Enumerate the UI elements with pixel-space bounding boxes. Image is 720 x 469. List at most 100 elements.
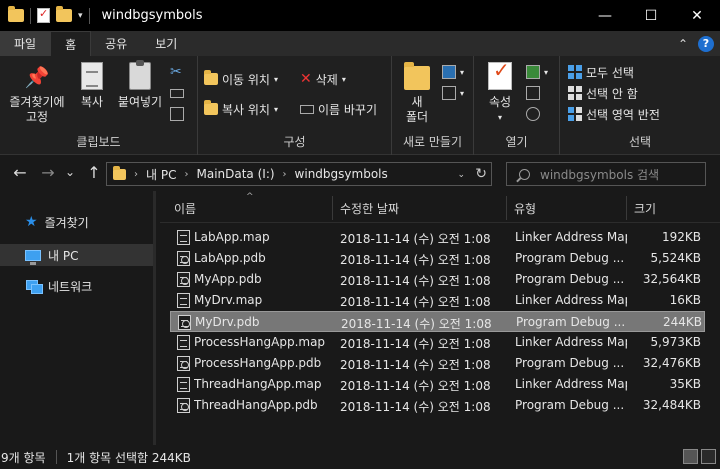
column-header-name[interactable]: 이름 [174, 200, 196, 217]
copy-to-button[interactable]: 복사 위치 ▾ [204, 99, 278, 119]
help-icon[interactable]: ? [698, 35, 714, 52]
file-row[interactable]: ThreadHangApp.map 2018-11-14 (수) 오전 1:08 L… [170, 374, 705, 395]
address-history-dropdown[interactable]: ⌄ [457, 170, 465, 180]
file-name[interactable]: LabApp.map [194, 230, 334, 244]
file-row[interactable]: MyDrv.pdb 2018-11-14 (수) 오전 1:08 Program D… [170, 311, 705, 332]
collapse-ribbon-button[interactable]: ⌃ [678, 37, 688, 51]
invert-selection-button[interactable]: 선택 영역 반전 [568, 104, 660, 124]
select-all-button[interactable]: 모두 선택 [568, 62, 634, 82]
clipboard-icon [129, 60, 151, 90]
file-type: Program Debug ... [516, 315, 626, 329]
file-size: 16KB [669, 293, 701, 307]
column-divider[interactable] [332, 196, 333, 220]
sidebar-item-network[interactable]: 네트워크 [0, 275, 153, 297]
folder-icon[interactable] [8, 6, 24, 22]
search-input[interactable]: windbgsymbols 검색 [506, 162, 706, 186]
open-button[interactable]: ▾ [526, 62, 548, 82]
file-name[interactable]: ProcessHangApp.pdb [194, 356, 334, 370]
breadcrumb-current-folder[interactable]: windbgsymbols [295, 167, 388, 181]
path-icon [170, 88, 184, 98]
history-button[interactable] [526, 104, 540, 124]
chevron-down-icon: ▾ [273, 104, 278, 114]
large-icons-view-icon[interactable] [701, 449, 716, 464]
up-button[interactable]: ↑ [84, 163, 104, 182]
history-icon [526, 107, 540, 121]
minimize-button[interactable]: — [582, 0, 628, 31]
details-view-icon[interactable] [683, 449, 698, 464]
file-name[interactable]: LabApp.pdb [194, 251, 334, 265]
copy-button[interactable]: 복사 [74, 62, 110, 110]
navigation-pane: ★ 즐겨찾기 내 PC 네트워크 [0, 191, 156, 445]
cut-button[interactable]: ✂ [170, 62, 182, 82]
pdb-file-icon [177, 398, 190, 413]
breadcrumb-separator[interactable]: › [283, 169, 287, 180]
file-name[interactable]: MyDrv.map [194, 293, 334, 307]
rename-button[interactable]: 이름 바꾸기 [300, 99, 377, 119]
column-header-size[interactable]: 크기 [634, 200, 656, 217]
select-none-button[interactable]: 선택 안 함 [568, 83, 638, 103]
copy-path-button[interactable] [170, 83, 184, 103]
file-row[interactable]: LabApp.pdb 2018-11-14 (수) 오전 1:08 Program … [170, 248, 705, 269]
close-button[interactable]: ✕ [674, 0, 720, 31]
open-icon [526, 65, 540, 79]
file-name[interactable]: MyApp.pdb [194, 272, 334, 286]
navigation-pane-scrollbar[interactable] [153, 191, 156, 445]
column-divider[interactable] [626, 196, 627, 220]
file-row[interactable]: ProcessHangApp.map 2018-11-14 (수) 오전 1:08… [170, 332, 705, 353]
easy-access-button[interactable]: ▾ [442, 83, 464, 103]
status-bar: 9개 항목 1개 항목 선택함 244KB [0, 445, 720, 469]
move-to-button[interactable]: 이동 위치 ▾ [204, 69, 278, 89]
properties-icon[interactable] [37, 7, 50, 23]
file-date: 2018-11-14 (수) 오전 1:08 [340, 253, 491, 267]
file-name[interactable]: MyDrv.pdb [195, 315, 335, 329]
map-file-icon [177, 293, 190, 308]
file-row[interactable]: LabApp.map 2018-11-14 (수) 오전 1:08 Linker A… [170, 227, 705, 248]
pin-to-quick-access-button[interactable]: 📌 즐겨찾기에 고정 [6, 62, 68, 125]
scissors-icon: ✂ [170, 64, 182, 80]
rename-icon [300, 104, 314, 114]
file-size: 5,524KB [650, 251, 701, 265]
new-folder-button[interactable]: 새 폴더 [396, 62, 438, 125]
recent-locations-dropdown[interactable]: ⌄ [60, 165, 80, 179]
tab-share[interactable]: 공유 [91, 31, 141, 56]
easy-access-icon [442, 86, 456, 100]
tab-file[interactable]: 파일 [0, 31, 51, 56]
breadcrumb-this-pc[interactable]: 내 PC [146, 166, 176, 183]
breadcrumb-drive[interactable]: MainData (I:) [196, 167, 274, 181]
edit-button[interactable] [526, 83, 540, 103]
back-button[interactable]: ← [10, 163, 30, 182]
shortcut-icon [170, 107, 184, 121]
column-header-type[interactable]: 유형 [514, 200, 536, 217]
open-group-label: 열기 [505, 135, 528, 149]
properties-button[interactable]: 속성 ▾ [482, 62, 518, 125]
sidebar-item-quick-access[interactable]: ★ 즐겨찾기 [0, 211, 153, 233]
breadcrumb-separator[interactable]: › [134, 169, 138, 180]
paste-shortcut-button[interactable] [170, 104, 184, 124]
column-header-date[interactable]: 수정한 날짜 [340, 200, 399, 217]
address-bar[interactable]: › 내 PC › MainData (I:) › windbgsymbols ⌄… [106, 162, 492, 186]
new-folder-icon[interactable] [56, 6, 72, 22]
sidebar-item-this-pc[interactable]: 내 PC [0, 244, 153, 266]
tab-view[interactable]: 보기 [141, 31, 191, 56]
select-all-icon [568, 65, 582, 79]
file-size: 32,476KB [642, 356, 701, 370]
file-name[interactable]: ThreadHangApp.pdb [194, 398, 334, 412]
file-name[interactable]: ProcessHangApp.map [194, 335, 334, 349]
paste-button[interactable]: 붙여넣기 [114, 60, 166, 110]
delete-button[interactable]: ✕ 삭제 ▾ [300, 69, 346, 89]
tab-home[interactable]: 홈 [50, 31, 92, 57]
star-icon: ★ [25, 214, 38, 230]
file-row[interactable]: ThreadHangApp.pdb 2018-11-14 (수) 오전 1:08 P… [170, 395, 705, 416]
forward-button[interactable]: → [38, 163, 58, 182]
breadcrumb-separator[interactable]: › [184, 169, 188, 180]
file-row[interactable]: MyApp.pdb 2018-11-14 (수) 오전 1:08 Program D… [170, 269, 705, 290]
column-header-row: ^ 이름 수정한 날짜 유형 크기 [160, 191, 720, 223]
customize-quick-access-dropdown[interactable]: ▾ [78, 11, 83, 21]
file-name[interactable]: ThreadHangApp.map [194, 377, 334, 391]
file-row[interactable]: MyDrv.map 2018-11-14 (수) 오전 1:08 Linker Ad… [170, 290, 705, 311]
refresh-button[interactable]: ↻ [475, 166, 487, 182]
file-row[interactable]: ProcessHangApp.pdb 2018-11-14 (수) 오전 1:08… [170, 353, 705, 374]
column-divider[interactable] [506, 196, 507, 220]
maximize-button[interactable]: ☐ [628, 0, 674, 31]
new-item-button[interactable]: ▾ [442, 62, 464, 82]
